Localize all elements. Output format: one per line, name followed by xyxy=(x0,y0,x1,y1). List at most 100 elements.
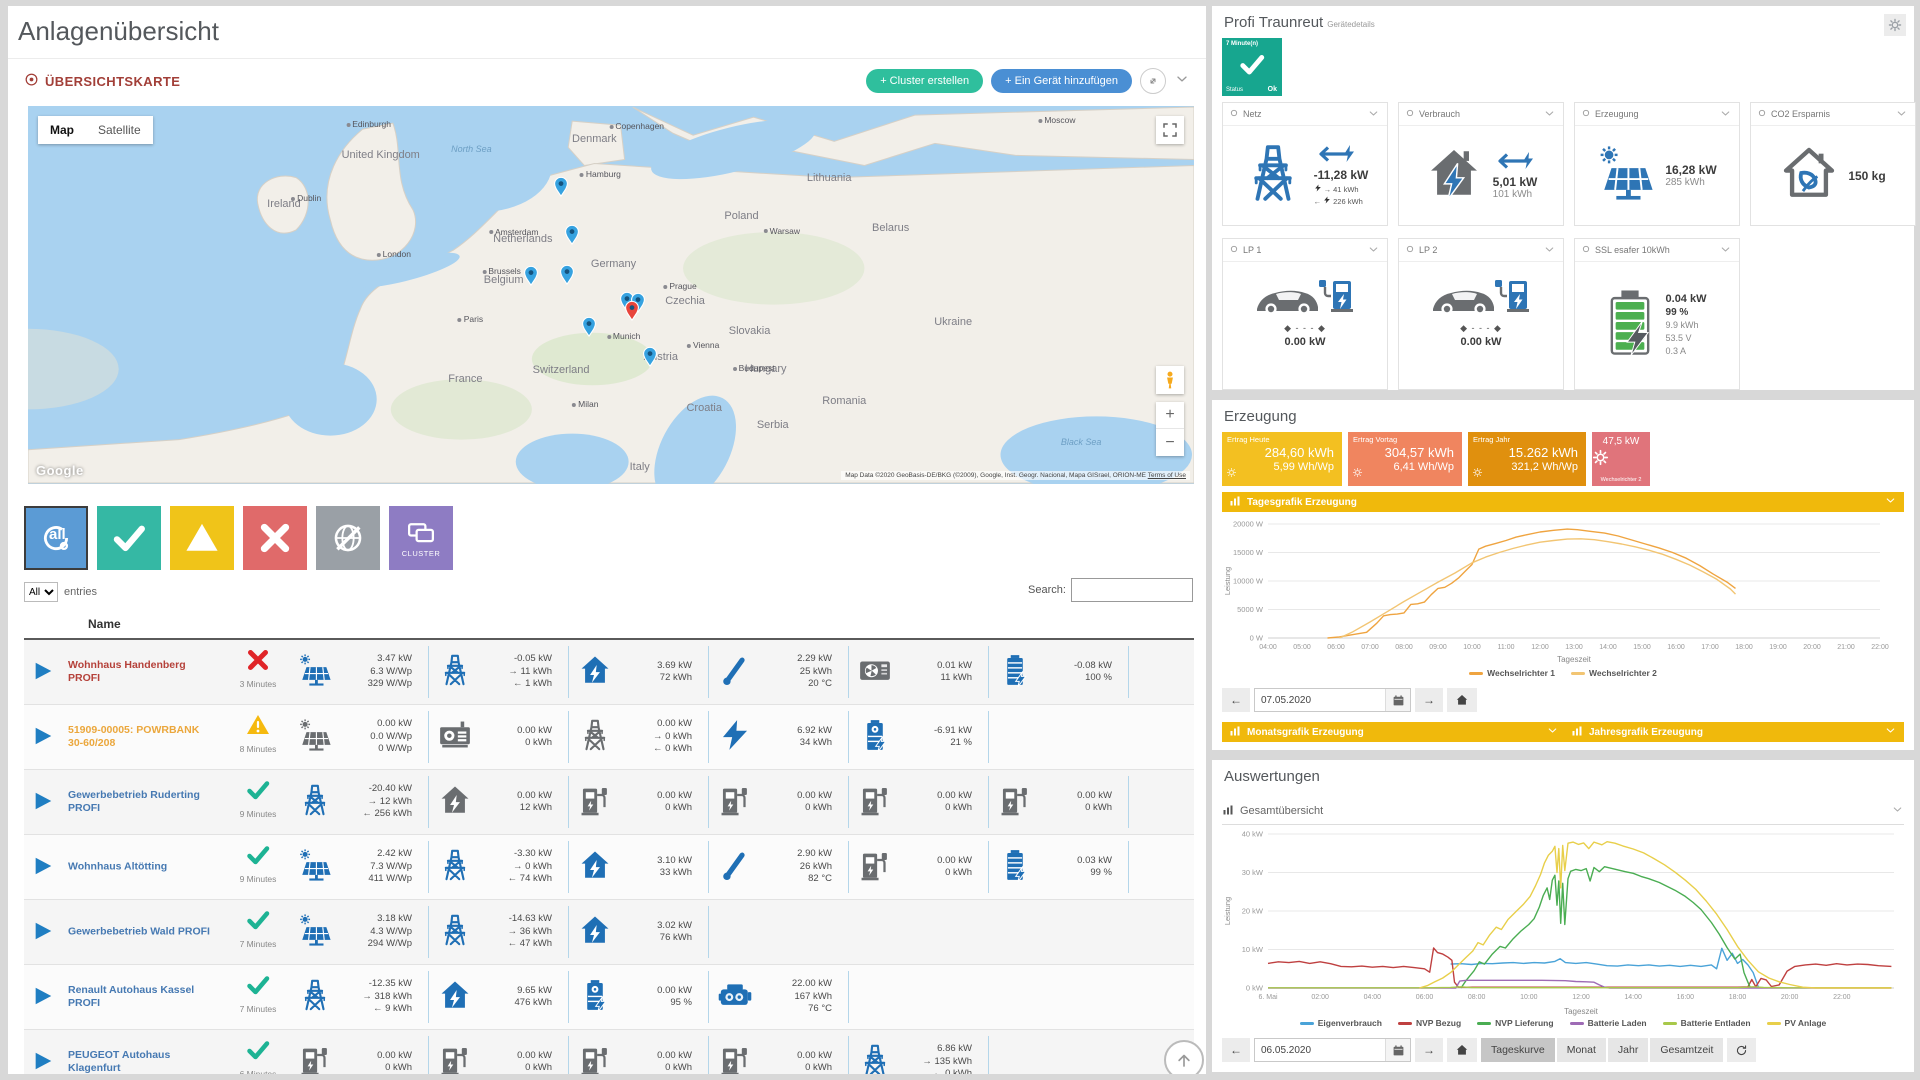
tile-lp2-header[interactable]: LP 2 xyxy=(1399,239,1563,262)
date-input[interactable] xyxy=(1255,695,1385,706)
device-settings-button[interactable] xyxy=(1884,14,1906,36)
map-marker[interactable] xyxy=(561,223,583,245)
plant-name-link[interactable]: 51909-00005: POWRBANK 30-60/208 xyxy=(68,724,216,750)
tile-verbrauch-header[interactable]: Verbrauch xyxy=(1399,103,1563,126)
home-date-button[interactable] xyxy=(1447,688,1477,712)
check-icon xyxy=(1239,52,1265,78)
legend-item[interactable]: Batterie Entladen xyxy=(1663,1018,1751,1028)
play-button[interactable] xyxy=(32,985,54,1012)
search-input[interactable] xyxy=(1071,578,1193,602)
day-chart-bar[interactable]: Tagesgrafik Erzeugung xyxy=(1222,492,1904,512)
production-power: 16,28 kW xyxy=(1665,163,1716,177)
tile-netz-header[interactable]: Netz xyxy=(1223,103,1387,126)
yield-tile[interactable]: Ertrag Jahr 15.262 kWh 321,2 Wh/Wp xyxy=(1468,432,1586,486)
map-zoom-in-button[interactable]: + xyxy=(1156,402,1184,429)
map-zoom-out-button[interactable]: − xyxy=(1156,429,1184,456)
plant-name-link[interactable]: Gewerbebetrieb Wald PROFI xyxy=(68,926,216,939)
table-row[interactable]: Wohnhaus Altötting9 Minutes2.42 kW7.3 W/… xyxy=(24,835,1194,900)
yield-tile[interactable]: Ertrag Vortag 304,57 kWh 6,41 Wh/Wp xyxy=(1348,432,1462,486)
calendar-icon[interactable] xyxy=(1385,1039,1410,1061)
map-terms-link[interactable]: Terms of Use xyxy=(1148,472,1186,479)
tile-erzeugung-header[interactable]: Erzeugung xyxy=(1575,103,1739,126)
filter-offline-button[interactable] xyxy=(316,506,380,570)
chevron-down-icon xyxy=(1546,724,1559,737)
europe-map[interactable]: United KingdomIrelandFranceGermanyPoland… xyxy=(28,106,1194,484)
add-device-button[interactable]: + Ein Gerät hinzufügen xyxy=(991,69,1132,93)
play-button[interactable] xyxy=(32,920,54,947)
plant-name-link[interactable]: Gewerbebetrieb Ruderting PROFI xyxy=(68,789,216,815)
legend-item[interactable]: Wechselrichter 2 xyxy=(1571,668,1657,678)
day-production-chart: 0 W5000 W10000 W15000 W20000 W04:0005:00… xyxy=(1222,516,1890,669)
scroll-to-top-button[interactable] xyxy=(1164,1040,1204,1074)
filter-cluster-button[interactable]: CLUSTER xyxy=(389,506,453,570)
play-button[interactable] xyxy=(32,790,54,817)
table-row[interactable]: Gewerbebetrieb Ruderting PROFI9 Minutes-… xyxy=(24,770,1194,835)
filter-error-button[interactable] xyxy=(243,506,307,570)
legend-item[interactable]: Eigenverbrauch xyxy=(1300,1018,1382,1028)
plant-name-link[interactable]: Wohnhaus Altötting xyxy=(68,861,216,874)
status-warning-icon xyxy=(246,713,270,737)
home-date-button[interactable] xyxy=(1447,1038,1477,1062)
device-status-tile[interactable]: 7 Minute(n) Status Ok xyxy=(1222,38,1282,96)
tile-co2-header[interactable]: CO2 Ersparnis xyxy=(1751,103,1915,126)
filter-all-button[interactable]: all xyxy=(24,506,88,570)
table-row[interactable]: Gewerbebetrieb Wald PROFI7 Minutes3.18 k… xyxy=(24,900,1194,965)
check-icon xyxy=(112,521,146,555)
tile-lp1-header[interactable]: LP 1 xyxy=(1223,239,1387,262)
svg-text:15:00: 15:00 xyxy=(1633,644,1651,651)
next-day-button[interactable]: → xyxy=(1415,688,1443,712)
year-chart-bar[interactable]: Jahresgrafik Erzeugung xyxy=(1564,722,1904,742)
plant-name-link[interactable]: Renault Autohaus Kassel PROFI xyxy=(68,984,216,1010)
plant-name-link[interactable]: Wohnhaus Handenberg PROFI xyxy=(68,659,216,685)
plant-name-link[interactable]: PEUGEOT Autohaus Klagenfurt xyxy=(68,1049,216,1074)
overview-chart-bar[interactable]: Gesamtübersicht xyxy=(1222,798,1904,825)
refresh-button[interactable] xyxy=(1727,1038,1756,1062)
table-row[interactable]: 51909-00005: POWRBANK 30-60/2088 Minutes… xyxy=(24,705,1194,770)
charge-link-indicator: ◆ - - - ◆ xyxy=(1223,323,1387,334)
map-marker[interactable] xyxy=(520,264,542,286)
map-marker[interactable] xyxy=(550,175,572,197)
table-row[interactable]: PEUGEOT Autohaus Klagenfurt6 Minutes0.00… xyxy=(24,1030,1194,1074)
inverter-tile[interactable]: 47,5 kW Wechselrichter 2 xyxy=(1592,432,1650,486)
map-marker[interactable] xyxy=(621,299,643,321)
map-fullscreen-button[interactable] xyxy=(1156,116,1184,144)
map-marker[interactable] xyxy=(578,315,600,337)
entries-select[interactable]: All xyxy=(24,582,58,602)
range-jahr-button[interactable]: Jahr xyxy=(1608,1038,1648,1062)
next-day-button[interactable]: → xyxy=(1415,1038,1443,1062)
legend-item[interactable]: NVP Bezug xyxy=(1398,1018,1461,1028)
map-type-map-button[interactable]: Map xyxy=(38,116,86,144)
month-chart-bar[interactable]: Monatsgrafik Erzeugung xyxy=(1222,722,1566,742)
pegman-control[interactable] xyxy=(1156,366,1184,394)
tile-battery-header[interactable]: SSL esafer 10kWh xyxy=(1575,239,1739,262)
prev-day-button[interactable]: ← xyxy=(1222,688,1250,712)
expand-map-button[interactable] xyxy=(1140,68,1166,94)
legend-item[interactable]: PV Anlage xyxy=(1767,1018,1827,1028)
play-button[interactable] xyxy=(32,725,54,752)
filter-ok-button[interactable] xyxy=(97,506,161,570)
range-tageskurve-button[interactable]: Tageskurve xyxy=(1481,1038,1555,1062)
play-button[interactable] xyxy=(32,855,54,882)
table-row[interactable]: Renault Autohaus Kassel PROFI7 Minutes-1… xyxy=(24,965,1194,1030)
map-type-satellite-button[interactable]: Satellite xyxy=(86,116,153,144)
create-cluster-button[interactable]: + Cluster erstellen xyxy=(866,69,983,93)
range-gesamtzeit-button[interactable]: Gesamtzeit xyxy=(1650,1038,1723,1062)
filter-warning-button[interactable] xyxy=(170,506,234,570)
calendar-icon[interactable] xyxy=(1385,689,1410,711)
prev-day-button[interactable]: ← xyxy=(1222,1038,1250,1062)
legend-item[interactable]: Wechselrichter 1 xyxy=(1469,668,1555,678)
table-row[interactable]: Wohnhaus Handenberg PROFI3 Minutes3.47 k… xyxy=(24,640,1194,705)
map-marker[interactable] xyxy=(639,345,661,367)
map-marker[interactable] xyxy=(556,263,578,285)
yield-tile[interactable]: Ertrag Heute 284,60 kWh 5,99 Wh/Wp xyxy=(1222,432,1342,486)
svg-text:22:00: 22:00 xyxy=(1871,644,1889,651)
range-monat-button[interactable]: Monat xyxy=(1557,1038,1606,1062)
legend-item[interactable]: NVP Lieferung xyxy=(1477,1018,1553,1028)
svg-text:Leistung: Leistung xyxy=(1223,897,1232,925)
play-button[interactable] xyxy=(32,1050,54,1074)
collapse-chevron-icon[interactable] xyxy=(1174,71,1190,92)
date-input[interactable] xyxy=(1255,1045,1385,1056)
erzeugung-title: Erzeugung xyxy=(1224,408,1297,425)
play-button[interactable] xyxy=(32,660,54,687)
legend-item[interactable]: Batterie Laden xyxy=(1570,1018,1647,1028)
